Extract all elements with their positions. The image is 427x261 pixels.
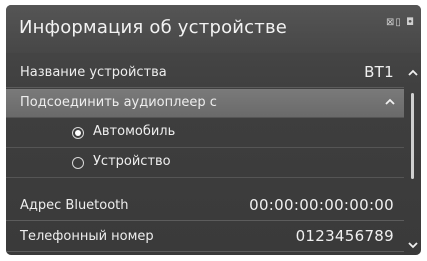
chevron-up-icon[interactable] (384, 96, 396, 108)
option-device[interactable]: Устройство (6, 149, 404, 178)
chevron-up-icon[interactable] (407, 67, 419, 79)
scrollbar-thumb[interactable] (411, 93, 414, 179)
device-info-panel: Информация об устройстве ⊠▯ ◘ Название у… (6, 5, 421, 255)
phone-number-value: 0123456789 (295, 227, 394, 245)
phone-number-label: Телефонный номер (20, 229, 154, 244)
bluetooth-address-value: 00:00:00:00:00:00 (249, 196, 394, 214)
scrollbar[interactable] (404, 67, 421, 255)
option-device-label: Устройство (93, 154, 171, 169)
connect-audio-player-row[interactable]: Подсоединить аудиоплеер с (6, 89, 404, 118)
page-title: Информация об устройстве (19, 17, 288, 38)
option-car[interactable]: Автомобиль (6, 119, 404, 148)
chevron-down-icon[interactable] (407, 239, 419, 251)
bluetooth-address-row: Адрес Bluetooth 00:00:00:00:00:00 (6, 192, 404, 221)
title-bar: Информация об устройстве ⊠▯ ◘ (6, 5, 421, 53)
radio-unselected-icon[interactable] (72, 157, 84, 169)
radio-selected-icon[interactable] (72, 127, 84, 139)
bluetooth-address-label: Адрес Bluetooth (20, 198, 129, 213)
device-name-row[interactable]: Название устройства BT1 (6, 59, 404, 88)
connect-audio-player-label: Подсоединить аудиоплеер с (20, 95, 217, 110)
option-car-label: Автомобиль (93, 124, 176, 139)
device-name-label: Название устройства (20, 65, 167, 80)
device-name-value: BT1 (364, 63, 394, 81)
phone-number-row: Телефонный номер 0123456789 (6, 223, 404, 252)
screen: Информация об устройстве ⊠▯ ◘ Название у… (0, 0, 427, 261)
status-icons: ⊠▯ ◘ (386, 17, 415, 28)
